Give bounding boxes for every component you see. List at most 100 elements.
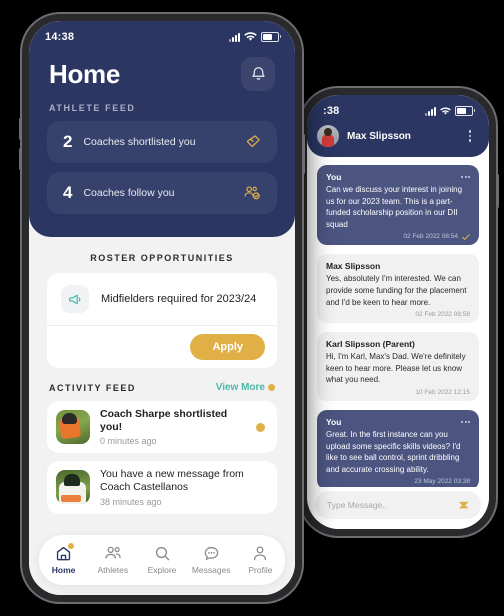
chat-message-time: 02 Feb 2022 08:54 [403,233,458,241]
tab-athletes-label: Athletes [97,565,129,575]
tab-athletes[interactable]: Athletes [88,545,137,575]
activity-item-body: You have a new message from Coach Castel… [100,468,265,506]
tab-explore[interactable]: Explore [137,545,186,575]
unread-badge-icon [256,422,265,432]
home-phone-screen: 14:38 Home ATHLETE FEED 2 Coaches shortl… [29,21,295,595]
activity-item-title: You have a new message from Coach Castel… [100,468,244,494]
send-icon[interactable] [458,500,471,511]
tab-explore-label: Explore [147,565,177,575]
chat-bubble-icon [204,546,218,560]
home-header: 14:38 Home ATHLETE FEED 2 Coaches shortl… [29,21,295,237]
chat-message-text: Yes, absolutely I'm interested. We can p… [326,274,467,307]
chat-message-author: You [326,172,342,182]
chat-message-header: You [326,417,470,427]
chat-message: Karl Slipsson (Parent) Hi, I'm Karl, Max… [317,332,479,401]
home-screen: 14:38 Home ATHLETE FEED 2 Coaches shortl… [29,21,295,595]
sent-check-icon [462,234,470,240]
roster-card-footer: Apply [47,325,277,368]
roster-row[interactable]: Midfielders required for 2023/24 [47,273,277,325]
activity-feed-label: ACTIVITY FEED [49,382,136,393]
view-more-dot-icon [268,384,275,391]
view-more-label: View More [215,382,265,393]
person-icon [254,546,267,561]
chat-message-time: 23 May 2022 03:38 [414,478,470,486]
battery-icon [261,32,281,42]
roster-card: Midfielders required for 2023/24 Apply [47,273,277,368]
cellular-signal-icon [229,32,240,42]
home-status-icons [229,32,281,42]
chat-message-list[interactable]: You Can we discuss your interest in join… [307,157,489,487]
chat-status-icons [425,106,475,116]
chat-title-row: Max Slipsson [307,119,489,149]
volume-down-button[interactable] [19,148,22,170]
tab-messages[interactable]: Messages [187,545,236,575]
activity-item-time: 0 minutes ago [100,436,157,447]
avatar [56,410,90,445]
chat-message: Max Slipsson Yes, absolutely I'm interes… [317,254,479,324]
chat-message-author: You [326,416,342,427]
cellular-signal-icon [425,106,436,116]
chat-phone-screen: :38 Max Slipsson You Can we discuss your… [307,95,489,529]
chat-message-footer: 02 Feb 2022 08:54 [326,233,470,240]
follow-count: 4 [63,183,73,202]
shortlist-label: Coaches shortlisted you [83,136,196,148]
chat-message-header: Karl Slipsson (Parent) [326,339,470,349]
chat-contact-name: Max Slipsson [347,130,411,142]
chat-status-time: :38 [323,105,340,117]
chat-message-header: You [326,172,470,182]
tab-profile[interactable]: Profile [236,545,285,575]
bookmark-icon [245,134,261,150]
home-status-bar: 14:38 [29,21,295,45]
tab-home-label: Home [51,565,76,575]
chat-message-footer: 23 May 2022 03:38 [326,478,470,485]
chat-message-header: Max Slipsson [326,261,470,271]
activity-section-header: ACTIVITY FEED View More [29,368,295,401]
chat-message-author: Max Slipsson [326,261,381,272]
chat-message-footer: 10 Feb 2022 12:15 [326,389,470,396]
message-input[interactable] [325,499,452,511]
tab-home[interactable]: Home [39,543,88,575]
search-icon [155,546,169,561]
chat-message: You Can we discuss your interest in join… [317,165,479,246]
avatar[interactable] [317,125,339,147]
wifi-icon [244,32,257,41]
chat-message-footer: 02 Feb 2022 08:58 [326,311,470,318]
bell-icon [251,67,265,80]
message-composer[interactable] [315,491,481,519]
list-item[interactable]: You have a new message from Coach Castel… [47,461,277,514]
chat-screen: :38 Max Slipsson You Can we discuss your… [307,95,489,529]
people-check-icon [244,185,261,201]
battery-icon [455,106,475,116]
home-badge-icon [67,543,74,549]
people-icon [105,546,121,559]
power-button[interactable] [302,134,305,174]
avatar [56,470,90,505]
volume-up-button[interactable] [19,118,22,140]
chat-status-bar: :38 [307,95,489,119]
chat-phone-device: :38 Max Slipsson You Can we discuss your… [300,88,499,536]
kebab-menu-icon[interactable] [461,176,470,178]
bottom-tab-bar: Home Athletes Explore Messages Profile [39,535,285,585]
list-item[interactable]: Coach Sharpe shortlisted you! 0 minutes … [47,401,277,454]
tab-profile-label: Profile [248,565,273,575]
chat-message-text: Great. In the first instance can you upl… [326,429,461,474]
notifications-button[interactable] [241,57,275,91]
home-body: ROSTER OPPORTUNITIES Midfielders require… [29,237,295,595]
activity-item-time: 38 minutes ago [100,496,162,507]
athlete-feed-item-follow[interactable]: 4 Coaches follow you [47,172,277,214]
screenshot-stage: :38 Max Slipsson You Can we discuss your… [0,0,504,616]
home-title-row: Home [29,45,295,91]
page-title: Home [49,58,121,89]
apply-button[interactable]: Apply [190,334,265,360]
kebab-menu-icon[interactable] [461,420,470,423]
activity-item-title: Coach Sharpe shortlisted you! [100,408,228,434]
athlete-feed-item-shortlisted[interactable]: 2 Coaches shortlisted you [47,121,277,163]
follow-label: Coaches follow you [83,187,175,199]
shortlist-count: 2 [63,132,73,151]
chat-message-time: 10 Feb 2022 12:15 [415,388,470,396]
power-button[interactable] [496,174,499,208]
view-more-button[interactable]: View More [216,382,275,393]
chat-message-author: Karl Slipsson (Parent) [326,339,415,350]
kebab-menu-icon[interactable] [465,126,476,146]
roster-section-label: ROSTER OPPORTUNITIES [90,253,234,263]
